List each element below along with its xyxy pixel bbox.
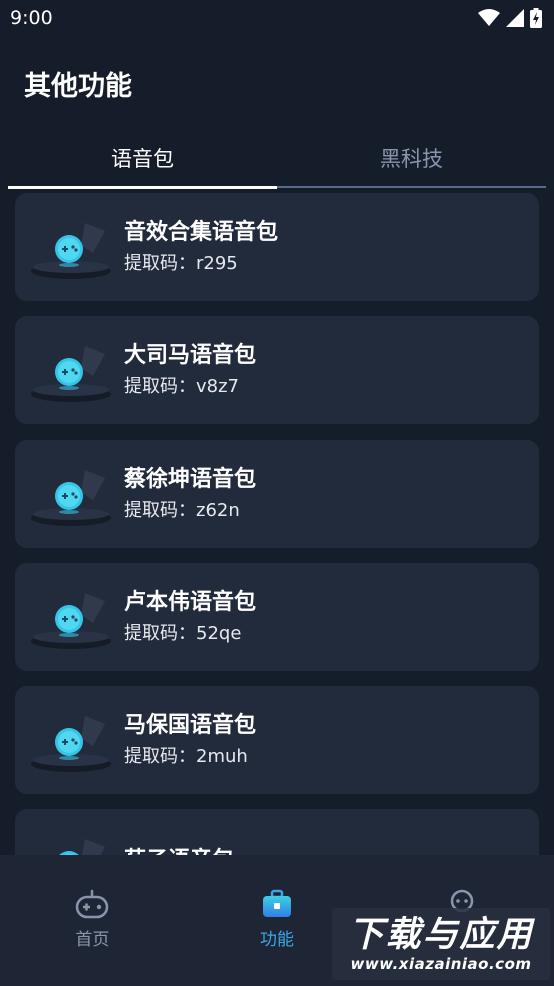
extraction-code: 提取码：2muh bbox=[124, 746, 248, 767]
voice-pack-title: 大司马语音包 bbox=[124, 343, 257, 368]
page-title: 其他功能 bbox=[24, 71, 132, 102]
voice-pack-thumbnail bbox=[31, 716, 111, 772]
list-item[interactable]: 蔡徐坤语音包 提取码：z62n bbox=[15, 440, 539, 548]
wifi-icon bbox=[478, 9, 500, 26]
voice-pack-thumbnail bbox=[31, 223, 111, 279]
watermark: 下载与应用 www.xiazainiao.com bbox=[332, 908, 550, 980]
voice-pack-title: 卢本伟语音包 bbox=[124, 590, 257, 615]
nav-label: 首页 bbox=[75, 930, 110, 950]
status-icons bbox=[478, 8, 542, 28]
extraction-code: 提取码：z62n bbox=[124, 500, 240, 521]
extraction-code: 提取码：v8z7 bbox=[124, 376, 240, 397]
voice-pack-thumbnail bbox=[31, 470, 111, 526]
watermark-title: 下载与应用 bbox=[348, 915, 534, 955]
voice-pack-thumbnail bbox=[31, 346, 111, 402]
status-bar: 9:00 bbox=[0, 0, 554, 36]
tab-bar: 语音包 黑科技 bbox=[8, 128, 546, 189]
voice-pack-title: 茄子语音包 bbox=[124, 846, 234, 855]
tab-black-tech[interactable]: 黑科技 bbox=[277, 128, 546, 188]
extraction-code: 提取码：r295 bbox=[124, 253, 238, 274]
nav-label: 功能 bbox=[260, 930, 294, 950]
status-time: 9:00 bbox=[10, 7, 53, 29]
voice-pack-list[interactable]: 音效合集语音包 提取码：r295 大司马语音包 提取码：v8z7 蔡徐坤语音包 … bbox=[15, 193, 539, 855]
tab-label: 语音包 bbox=[111, 147, 174, 171]
tab-divider bbox=[277, 186, 546, 188]
list-item[interactable]: 茄子语音包 bbox=[15, 809, 539, 855]
list-item[interactable]: 大司马语音包 提取码：v8z7 bbox=[15, 316, 539, 424]
nav-home[interactable]: 首页 bbox=[0, 855, 185, 986]
voice-pack-title: 蔡徐坤语音包 bbox=[124, 467, 257, 492]
watermark-url: www.xiazainiao.com bbox=[350, 955, 532, 973]
voice-pack-thumbnail bbox=[59, 839, 105, 855]
toolbox-icon bbox=[263, 889, 291, 917]
battery-charging-icon bbox=[530, 8, 542, 28]
tab-voice-packs[interactable]: 语音包 bbox=[8, 128, 277, 189]
voice-pack-title: 音效合集语音包 bbox=[124, 220, 279, 245]
extraction-code: 提取码：52qe bbox=[124, 623, 242, 644]
list-item[interactable]: 音效合集语音包 提取码：r295 bbox=[15, 193, 539, 301]
gamepad-icon bbox=[76, 889, 109, 919]
tab-label: 黑科技 bbox=[380, 147, 443, 171]
signal-icon bbox=[506, 9, 524, 27]
list-item[interactable]: 卢本伟语音包 提取码：52qe bbox=[15, 563, 539, 671]
voice-pack-thumbnail bbox=[31, 593, 111, 649]
voice-pack-title: 马保国语音包 bbox=[124, 713, 257, 738]
list-item[interactable]: 马保国语音包 提取码：2muh bbox=[15, 686, 539, 794]
tab-indicator bbox=[8, 185, 277, 189]
